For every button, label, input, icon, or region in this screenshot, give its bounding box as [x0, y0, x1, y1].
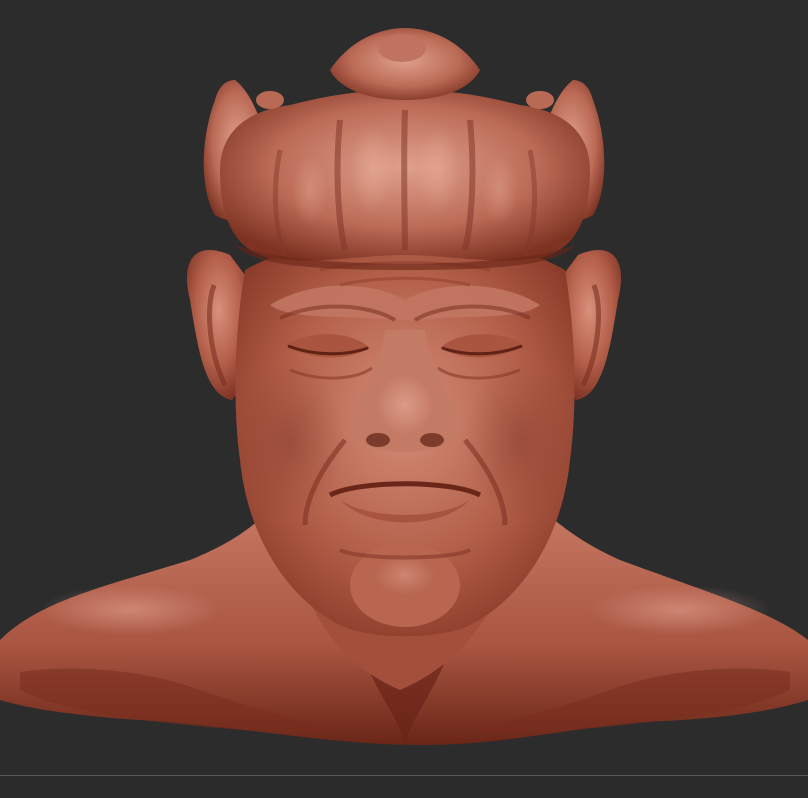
status-strip [0, 776, 808, 798]
head-face [235, 238, 575, 637]
canvas-viewport[interactable] [0, 0, 808, 775]
sculpt-model[interactable] [0, 0, 808, 775]
crown [203, 28, 605, 270]
